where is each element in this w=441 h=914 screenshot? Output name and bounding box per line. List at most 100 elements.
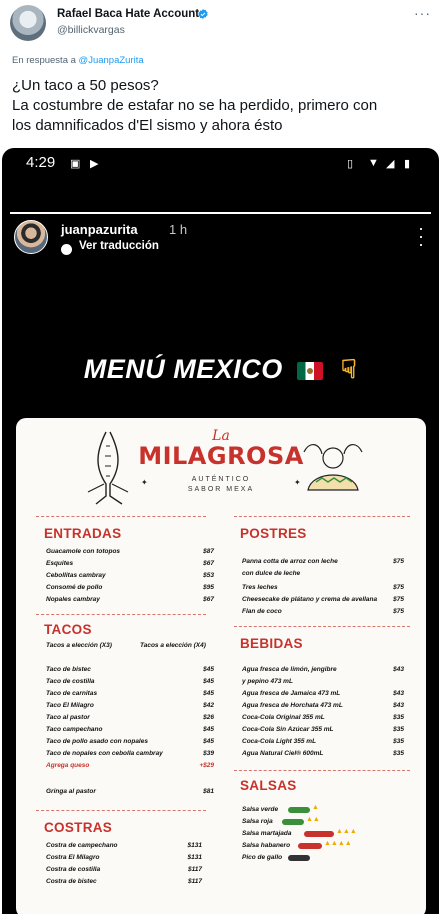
menu-item: Agua Natural Ciel® 600mL: [242, 750, 324, 757]
section-title-salsas: SALSAS: [240, 778, 297, 793]
brand-tagline-1: AUTÉNTICO: [191, 476, 251, 483]
story-headline-text: MENÚ MEXICO: [83, 354, 283, 384]
menu-price: $67: [203, 596, 214, 603]
menu-item: Cheesecake de plátano y crema de avellan…: [242, 596, 378, 603]
story-avatar[interactable]: [14, 220, 48, 254]
tweet-text: ¿Un taco a 50 pesos? La costumbre de est…: [12, 76, 437, 136]
more-options-icon[interactable]: ···: [414, 5, 431, 21]
menu-price: $45: [203, 678, 214, 685]
pointing-down-hand-icon: ☟: [340, 354, 358, 384]
menu-item: Guacamole con totopos: [46, 548, 121, 555]
menu-price: $75: [393, 596, 404, 603]
menu-item: Costra de costilla: [46, 866, 101, 873]
menu-item: Taco de nopales con cebolla cambray: [46, 750, 163, 757]
section-title-tacos: TACOS: [44, 622, 92, 637]
menu-item: Costra El Milagro: [46, 854, 100, 861]
section-title-entradas: ENTRADAS: [44, 526, 122, 541]
menu-price: $45: [203, 738, 214, 745]
menu-item: Cebollitas cambray: [46, 572, 106, 579]
chili-icon: ▲: [312, 804, 319, 811]
menu-item: Coca-Cola Original 355 mL: [242, 714, 325, 721]
attached-image[interactable]: 4:29 ▣ ▶ ▯ ▼ ◢ ▮ juanpazurita 1 h Ver tr…: [2, 148, 439, 914]
menu-price: $67: [203, 560, 214, 567]
menu-price: $75: [393, 608, 404, 615]
author-avatar[interactable]: [10, 5, 46, 41]
image-icon: ▣: [70, 158, 81, 170]
menu-item: Tres leches: [242, 584, 278, 591]
signal-icon: ◢: [386, 158, 395, 170]
menu-price: $43: [393, 666, 404, 673]
menu-item: Panna cotta de arroz con leche: [242, 558, 338, 565]
menu-item: Agua fresca de limón, jengibre: [242, 666, 337, 673]
tacos-subheading-x4: Tacos a elección (X4): [140, 642, 206, 649]
menu-item: Consomé de pollo: [46, 584, 103, 591]
tweet-text-line: los damnificados d'El sismo y ahora ésto: [12, 117, 283, 134]
menu-price: $42: [203, 702, 214, 709]
menu-item: Coca-Cola Light 355 mL: [242, 738, 317, 745]
section-title-bebidas: BEBIDAS: [240, 636, 303, 651]
status-time: 4:29: [26, 154, 56, 171]
reply-mention-link[interactable]: @JuanpaZurita: [79, 55, 144, 66]
divider: [36, 810, 206, 811]
menu-item-cont: y pepino 473 mL: [242, 678, 293, 685]
menu-item-extra: Agrega queso: [46, 762, 90, 769]
spice-level-badge: [288, 855, 310, 861]
tacos-subheading-x3: Tacos a elección (X3): [46, 642, 112, 649]
menu-item: Agua fresca de Horchata 473 mL: [242, 702, 343, 709]
menu-item-cont: con dulce de leche: [242, 570, 301, 577]
menu-item: Gringa al pastor: [46, 788, 96, 795]
mexico-flag-icon: [296, 362, 323, 380]
menu-item: Taco de pollo asado con nopales: [46, 738, 148, 745]
chili-icon: ▲▲▲▲: [324, 840, 352, 847]
section-title-postres: POSTRES: [240, 526, 307, 541]
menu-price: $131: [187, 842, 202, 849]
brand-tagline-2: SABOR MEXA: [187, 486, 255, 493]
menu-price: $43: [393, 702, 404, 709]
menu-item: Salsa verde: [242, 806, 279, 813]
story-more-icon[interactable]: · · ·: [418, 219, 424, 253]
divider: [234, 626, 410, 627]
menu-price: $39: [203, 750, 214, 757]
spice-level-badge: [282, 819, 304, 825]
menu-item: Taco de bistec: [46, 666, 91, 673]
menu-item: Flan de coco: [242, 608, 282, 615]
menu-item: Salsa roja: [242, 818, 273, 825]
menu-price: $87: [203, 548, 214, 555]
tweet-header: Rafael Baca Hate Account @billickvargas …: [0, 0, 441, 48]
spice-level-badge: [288, 807, 310, 813]
menu-item: Salsa habanero: [242, 842, 291, 849]
section-title-costras: COSTRAS: [44, 820, 113, 835]
menu-price: $43: [393, 690, 404, 697]
divider: [36, 614, 206, 615]
reply-prefix: En respuesta a: [12, 55, 76, 66]
story-user-header: juanpazurita 1 h Ver traducción · · ·: [14, 219, 424, 260]
divider: [234, 516, 410, 517]
menu-item: Taco al pastor: [46, 714, 90, 721]
menu-price: $35: [393, 714, 404, 721]
menu-price: $95: [203, 584, 214, 591]
menu-price: $35: [393, 750, 404, 757]
menu-card: La MILAGROSA ✦ AUTÉNTICO SABOR MEXA ✦ EN…: [16, 418, 426, 914]
wifi-icon: ▼: [368, 157, 379, 169]
menu-item: Taco El Milagro: [46, 702, 94, 709]
menu-price: $45: [203, 726, 214, 733]
story-username[interactable]: juanpazurita: [61, 222, 138, 237]
menu-price-extra: +$29: [199, 762, 214, 769]
tweet-text-line: La costumbre de estafar no se ha perdido…: [12, 97, 378, 114]
author-name[interactable]: Rafael Baca Hate Account: [57, 8, 199, 20]
story-headline: MENÚ MEXICO ☟: [2, 354, 439, 385]
see-translation-link[interactable]: Ver traducción: [79, 240, 159, 252]
menu-price: $81: [203, 788, 214, 795]
menu-item: Taco de carnitas: [46, 690, 98, 697]
menu-item: Taco campechano: [46, 726, 103, 733]
reply-context: En respuesta a @JuanpaZurita: [12, 55, 144, 66]
divider: [36, 516, 206, 517]
spice-level-badge: [304, 831, 334, 837]
menu-item: Salsa martajada: [242, 830, 292, 837]
story-progress-fill: [10, 212, 431, 214]
menu-price: $45: [203, 666, 214, 673]
menu-item: Pico de gallo: [242, 854, 283, 861]
author-handle[interactable]: @billickvargas: [57, 24, 125, 36]
menu-price: $45: [203, 690, 214, 697]
menu-item: Coca-Cola Sin Azúcar 355 mL: [242, 726, 334, 733]
